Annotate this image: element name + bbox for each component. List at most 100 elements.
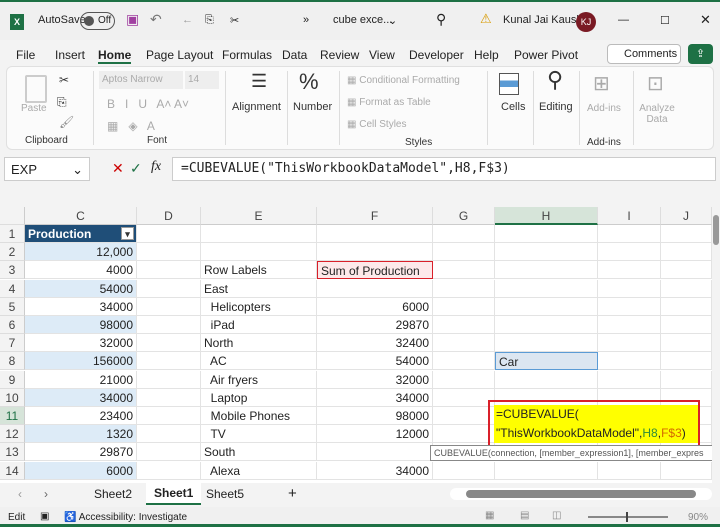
cell-C1[interactable]: Production ▾: [25, 225, 137, 243]
cell-J8[interactable]: [661, 352, 712, 371]
cell-F14[interactable]: 34000: [317, 461, 433, 480]
cell-F10[interactable]: 34000: [317, 388, 433, 407]
cell-F6[interactable]: 29870: [317, 316, 433, 334]
tab-formulas[interactable]: Formulas: [222, 48, 272, 62]
column-header-F[interactable]: F: [317, 207, 433, 225]
horizontal-scrollbar[interactable]: [450, 488, 712, 500]
cell-I1[interactable]: [598, 225, 661, 243]
cell-I9[interactable]: [598, 370, 661, 389]
normal-view-icon[interactable]: ▦: [485, 510, 494, 521]
cell-E4[interactable]: East: [201, 279, 317, 298]
row-header[interactable]: 7: [0, 334, 25, 353]
cell-G12[interactable]: [433, 425, 495, 444]
sheet-tab-sheet1[interactable]: Sheet1: [146, 483, 202, 505]
cut-icon[interactable]: ✂: [59, 73, 69, 87]
cell-D14[interactable]: [137, 461, 201, 480]
column-header-I[interactable]: I: [598, 207, 661, 225]
cell-E6[interactable]: iPad: [201, 316, 317, 334]
cell-I7[interactable]: [598, 334, 661, 353]
cell-E12[interactable]: TV: [201, 425, 317, 444]
cell-G5[interactable]: [433, 297, 495, 316]
column-header-G[interactable]: G: [433, 207, 495, 225]
cell-E9[interactable]: Air fryers: [201, 370, 317, 389]
row-header[interactable]: 14: [0, 461, 25, 480]
row-header[interactable]: 4: [0, 279, 25, 298]
cell-G7[interactable]: [433, 334, 495, 353]
cell-G10[interactable]: [433, 388, 495, 407]
format-painter-icon[interactable]: 🖌: [59, 115, 74, 129]
row-header[interactable]: 12: [0, 425, 25, 444]
sheet-tab-sheet5[interactable]: Sheet5: [198, 487, 252, 501]
tab-page-layout[interactable]: Page Layout: [146, 48, 213, 62]
cell-G11[interactable]: [433, 407, 495, 425]
cell-I2[interactable]: [598, 243, 661, 262]
enter-icon[interactable]: ✓: [130, 160, 142, 177]
borders-fill-color-icon[interactable]: ▦ ◈ A: [107, 119, 155, 133]
tab-home[interactable]: Home: [98, 48, 132, 64]
cell-F4[interactable]: [317, 279, 433, 298]
cell-F2[interactable]: [317, 243, 433, 262]
copy-icon[interactable]: ⎘: [57, 95, 67, 110]
page-layout-view-icon[interactable]: ▤: [520, 510, 529, 521]
cell-J5[interactable]: [661, 297, 712, 316]
tab-power-pivot[interactable]: Power Pivot: [514, 48, 578, 62]
row-header[interactable]: 3: [0, 261, 25, 280]
cell-H1[interactable]: [495, 225, 598, 243]
row-header[interactable]: 5: [0, 297, 25, 316]
cell-H7[interactable]: [495, 334, 598, 353]
avatar[interactable]: KJ: [576, 12, 596, 32]
font-size-select[interactable]: 14: [185, 71, 219, 89]
cell-D10[interactable]: [137, 388, 201, 407]
cell-E1[interactable]: [201, 225, 317, 243]
cell-E11[interactable]: Mobile Phones: [201, 407, 317, 425]
cell-H8[interactable]: Car: [495, 352, 598, 371]
tab-file[interactable]: File: [16, 48, 35, 62]
cell-G9[interactable]: [433, 370, 495, 389]
cancel-icon[interactable]: ✕: [112, 160, 124, 177]
cell-D1[interactable]: [137, 225, 201, 243]
cell-F1[interactable]: [317, 225, 433, 243]
select-all-corner[interactable]: [0, 207, 25, 225]
cell-J9[interactable]: [661, 370, 712, 389]
cell-H6[interactable]: [495, 316, 598, 334]
undo-icon[interactable]: ↶: [150, 11, 162, 28]
cell-C12[interactable]: 1320: [25, 425, 137, 444]
cell-G8[interactable]: [433, 352, 495, 371]
filter-dropdown-icon[interactable]: ▾: [121, 227, 134, 240]
share-button[interactable]: ⇪: [688, 44, 713, 64]
tab-view[interactable]: View: [369, 48, 395, 62]
column-header-J[interactable]: J: [661, 207, 712, 225]
column-header-H[interactable]: H: [495, 207, 598, 225]
cell-E14[interactable]: Alexa: [201, 461, 317, 480]
paste-icon[interactable]: [25, 75, 47, 103]
cell-E8[interactable]: AC: [201, 352, 317, 371]
column-header-D[interactable]: D: [137, 207, 201, 225]
autosave-toggle[interactable]: Off: [80, 12, 115, 30]
cell-F5[interactable]: 6000: [317, 297, 433, 316]
number-button[interactable]: Number: [293, 101, 332, 113]
row-header[interactable]: 6: [0, 316, 25, 334]
cell-I4[interactable]: [598, 279, 661, 298]
cell-C10[interactable]: 34000: [25, 388, 137, 407]
tab-data[interactable]: Data: [282, 48, 307, 62]
cell-H3[interactable]: [495, 261, 598, 280]
close-icon[interactable]: ✕: [700, 12, 711, 28]
font-name-select[interactable]: Aptos Narrow: [99, 71, 183, 89]
cell-J14[interactable]: [661, 461, 712, 480]
cell-E3[interactable]: Row Labels: [201, 261, 317, 280]
cell-C3[interactable]: 4000: [25, 261, 137, 280]
cell-J1[interactable]: [661, 225, 712, 243]
prev-sheet-icon[interactable]: ‹: [18, 487, 22, 501]
comments-button[interactable]: Comments: [607, 44, 681, 64]
cell-C7[interactable]: 32000: [25, 334, 137, 353]
cell-J7[interactable]: [661, 334, 712, 353]
cell-D8[interactable]: [137, 352, 201, 371]
cell-I6[interactable]: [598, 316, 661, 334]
cell-F13[interactable]: [317, 443, 433, 462]
cell-D4[interactable]: [137, 279, 201, 298]
cell-F8[interactable]: 54000: [317, 352, 433, 371]
cell-C13[interactable]: 29870: [25, 443, 137, 462]
cell-editor[interactable]: =CUBEVALUE( "ThisWorkbookDataModel",H8,F…: [488, 400, 700, 448]
cell-I8[interactable]: [598, 352, 661, 371]
cell-G3[interactable]: [433, 261, 495, 280]
